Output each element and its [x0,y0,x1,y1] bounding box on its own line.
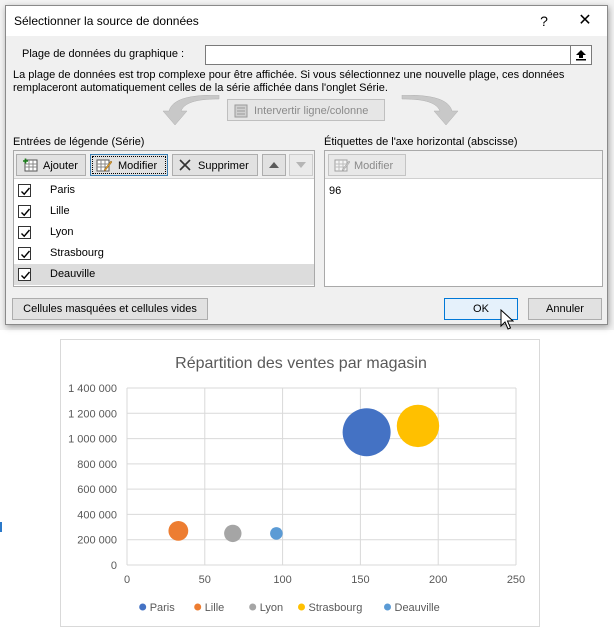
bubble-deauville[interactable] [270,527,283,540]
chart-data-range-input[interactable] [205,45,571,65]
series-name: Strasbourg [50,247,104,259]
checkmark-icon [21,229,31,238]
checkmark-icon [21,208,31,217]
checkmark-icon [21,271,31,280]
axis-labels-panel: Modifier 96 [324,150,603,287]
collapse-arrow-icon [576,50,586,61]
series-list-item[interactable]: Lille [14,201,314,222]
select-data-source-dialog: Sélectionner la source de données ? ✕ Pl… [5,5,608,330]
series-list-item[interactable]: Strasbourg [14,243,314,264]
mouse-cursor-icon [500,309,514,330]
dialog-title: Sélectionner la source de données [14,14,199,28]
collapse-dialog-button[interactable] [570,45,592,65]
series-name: Deauville [50,268,96,280]
legend-entries-heading: Entrées de légende (Série) [13,136,145,148]
legend-entries-panel: Ajouter Modifier Supprimer Paris Lille L… [13,150,315,287]
series-checkbox[interactable] [18,247,31,260]
chart-data-range-label: Plage de données du graphique : [22,48,185,60]
series-checkbox[interactable] [18,268,31,281]
legend-entry: Strasbourg [309,602,363,614]
series-checkbox[interactable] [18,205,31,218]
y-tick-label: 1 400 000 [68,383,117,395]
bubble-chart[interactable]: Répartition des ventes par magasin 0 200 … [60,339,540,627]
range-warning-text: La plage de données est trop complexe po… [13,69,565,94]
legend-marker [384,603,391,611]
legend-entry: Lyon [260,602,283,614]
sheet-edge-marker [0,522,2,532]
help-button[interactable]: ? [532,11,556,31]
edit-table-icon [96,159,112,172]
delete-series-label: Supprimer [198,160,249,172]
y-tick-label: 600 000 [77,484,117,496]
series-list-item[interactable]: Paris [14,180,314,201]
legend-marker [139,603,147,611]
y-tick-label: 0 [111,560,117,572]
checkmark-icon [21,187,31,196]
dialog-titlebar[interactable]: Sélectionner la source de données ? ✕ [6,6,607,36]
delete-series-button[interactable]: Supprimer [172,154,258,176]
curved-arrow-left-icon [162,95,220,126]
series-list: Paris Lille Lyon Strasbourg Deauville [14,180,314,285]
close-button[interactable]: ✕ [571,10,599,32]
x-tick-label: 50 [199,574,211,586]
x-tick-label: 150 [351,574,369,586]
bubble-strasbourg[interactable] [396,404,440,448]
move-down-button[interactable] [289,154,313,176]
axis-toolbar: Modifier [325,151,602,179]
curved-arrow-right-icon [401,95,459,126]
switch-row-column-label: Intervertir ligne/colonne [254,105,369,117]
legend-entry: Deauville [395,602,440,614]
hidden-empty-cells-button[interactable]: Cellules masquées et cellules vides [12,298,208,320]
add-series-label: Ajouter [43,160,78,172]
chart-bubbles [168,404,440,543]
legend-entry: Paris [150,602,176,614]
axis-label-item[interactable]: 96 [329,185,341,197]
series-name: Lyon [50,226,74,238]
move-up-button[interactable] [262,154,286,176]
bubble-lyon[interactable] [224,524,242,543]
x-tick-label: 100 [273,574,291,586]
delete-x-icon [179,159,191,171]
legend-toolbar: Ajouter Modifier Supprimer [14,151,314,179]
chart-grid [126,387,517,566]
cancel-button[interactable]: Annuler [528,298,602,320]
edit-series-button[interactable]: Modifier [90,154,168,176]
series-name: Lille [50,205,70,217]
legend-entry: Lille [205,602,225,614]
y-tick-label: 1 200 000 [68,408,117,420]
bubble-lille[interactable] [168,520,189,541]
edit-axis-labels-button[interactable]: Modifier [328,154,406,176]
chart-title: Répartition des ventes par magasin [175,355,427,372]
bubble-chart-svg: Répartition des ventes par magasin 0 200 … [68,355,525,614]
series-list-item[interactable]: Lyon [14,222,314,243]
add-table-icon [23,158,38,172]
y-tick-label: 200 000 [77,535,117,547]
series-checkbox[interactable] [18,184,31,197]
triangle-down-icon [296,162,306,168]
triangle-up-icon [269,162,279,168]
x-tick-label: 0 [124,574,130,586]
legend-marker [249,603,257,611]
axis-labels-heading: Étiquettes de l'axe horizontal (abscisse… [324,136,518,148]
legend-marker [298,603,305,611]
switch-row-column-icon [234,104,248,118]
series-name: Paris [50,184,76,196]
y-tick-label: 1 000 000 [68,434,117,446]
switch-row-column-button[interactable]: Intervertir ligne/colonne [227,99,385,121]
bubble-paris[interactable] [342,408,391,457]
series-checkbox[interactable] [18,226,31,239]
edit-table-icon [334,159,350,172]
edit-axis-labels-label: Modifier [354,160,394,172]
x-tick-label: 200 [429,574,447,586]
x-tick-label: 250 [507,574,525,586]
series-list-item[interactable]: Deauville [14,264,314,285]
chart-legend: Paris Lille Lyon Strasbourg Deauville [139,602,440,614]
add-series-button[interactable]: Ajouter [16,154,86,176]
y-tick-label: 800 000 [77,459,117,471]
edit-series-label: Modifier [118,160,158,172]
checkmark-icon [21,250,31,259]
y-tick-label: 400 000 [77,509,117,521]
legend-marker [194,603,202,611]
